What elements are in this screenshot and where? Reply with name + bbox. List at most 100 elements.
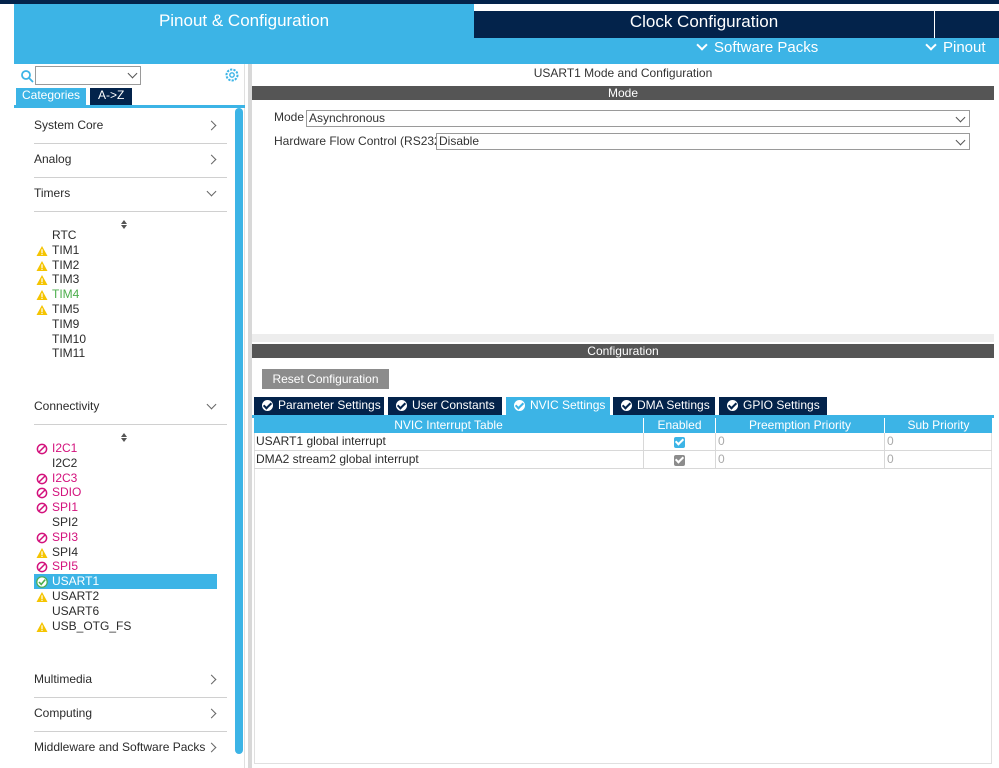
- column-header-sub-priority[interactable]: Sub Priority: [885, 418, 992, 433]
- warning-icon: [36, 260, 48, 271]
- category-label: Analog: [34, 152, 72, 166]
- category-middleware[interactable]: Middleware and Software Packs: [34, 732, 227, 766]
- mode-label: Mode: [274, 110, 305, 124]
- peripheral-item-sdio[interactable]: SDIO: [34, 485, 234, 500]
- chevron-down-icon: [206, 186, 217, 197]
- tab-nvic-settings[interactable]: NVIC Settings: [506, 397, 610, 415]
- gear-icon[interactable]: [224, 67, 240, 83]
- categories-panel: Categories A->Z System Core Analog Timer…: [14, 64, 245, 768]
- preemption-priority-cell[interactable]: 0: [716, 433, 885, 451]
- peripheral-label: TIM1: [52, 242, 80, 257]
- tab-parameter-settings[interactable]: Parameter Settings: [254, 397, 384, 415]
- tab-pinout-configuration[interactable]: Pinout & Configuration: [14, 4, 474, 38]
- peripheral-item-tim10[interactable]: TIM10: [34, 332, 234, 347]
- category-system-core[interactable]: System Core: [34, 110, 227, 144]
- tab-clock-configuration[interactable]: Clock Configuration: [474, 11, 934, 38]
- hfc-select[interactable]: Disable: [436, 133, 970, 150]
- sub-priority-cell[interactable]: 0: [885, 433, 992, 451]
- table-row[interactable]: USART1 global interrupt 0 0: [254, 433, 992, 451]
- chevron-right-icon: [206, 120, 217, 131]
- main-panel: USART1 Mode and Configuration Mode Mode …: [248, 64, 999, 768]
- pinout-menu[interactable]: Pinout: [925, 38, 986, 64]
- scroll-up-icon[interactable]: [121, 220, 127, 224]
- peripheral-item-usb-otg-fs[interactable]: USB_OTG_FS: [34, 619, 234, 634]
- category-analog[interactable]: Analog: [34, 144, 227, 178]
- column-header-enabled[interactable]: Enabled: [644, 418, 716, 433]
- peripheral-item-tim11[interactable]: TIM11: [34, 346, 234, 361]
- peripheral-label: SPI3: [52, 529, 79, 544]
- peripheral-label: SDIO: [52, 485, 82, 500]
- peripheral-item-usart1[interactable]: USART1: [34, 574, 217, 590]
- peripheral-item-spi4[interactable]: SPI4: [34, 545, 234, 560]
- peripheral-label: USART2: [52, 589, 100, 603]
- scrollbar[interactable]: [235, 108, 243, 754]
- tab-underline: [14, 105, 245, 108]
- nvic-table-area: [254, 418, 992, 764]
- warning-icon: [36, 275, 48, 286]
- sub-toolbar: Software Packs Pinout: [14, 38, 999, 64]
- peripheral-item-tim3[interactable]: TIM3: [34, 272, 234, 287]
- peripheral-item-tim1[interactable]: TIM1: [34, 243, 234, 258]
- peripheral-item-usart6[interactable]: USART6: [34, 604, 234, 619]
- tab-categories[interactable]: Categories: [16, 88, 87, 105]
- chevron-down-icon: [955, 112, 966, 123]
- checkbox[interactable]: [673, 437, 685, 448]
- peripheral-item-tim9[interactable]: TIM9: [34, 317, 234, 332]
- column-header-interrupt[interactable]: NVIC Interrupt Table: [254, 418, 644, 433]
- category-connectivity[interactable]: Connectivity: [34, 391, 227, 425]
- peripheral-label: TIM11: [52, 346, 86, 361]
- peripheral-label: SPI1: [52, 500, 79, 515]
- chevron-right-icon: [206, 674, 217, 685]
- peripheral-item-rtc[interactable]: RTC: [34, 228, 234, 243]
- peripheral-label: USART6: [52, 603, 100, 618]
- mode-section-header: Mode: [252, 86, 994, 100]
- search-input[interactable]: [35, 66, 141, 85]
- peripheral-item-usart2[interactable]: USART2: [34, 589, 234, 604]
- peripheral-item-spi2[interactable]: SPI2: [34, 515, 234, 530]
- preemption-priority-cell[interactable]: 0: [716, 451, 885, 469]
- peripheral-item-i2c3[interactable]: I2C3: [34, 471, 234, 486]
- interrupt-name-cell: DMA2 stream2 global interrupt: [254, 451, 644, 469]
- check-circle-icon: [262, 400, 273, 411]
- peripheral-label: I2C2: [52, 455, 78, 470]
- mode-select[interactable]: Asynchronous: [306, 110, 970, 127]
- reset-configuration-button[interactable]: Reset Configuration: [262, 369, 389, 389]
- tab-overflow[interactable]: [935, 11, 999, 38]
- peripheral-label: SPI5: [52, 559, 79, 574]
- tab-gpio-settings[interactable]: GPIO Settings: [719, 397, 827, 415]
- category-timers[interactable]: Timers: [34, 178, 227, 212]
- peripheral-label: TIM2: [52, 257, 80, 272]
- chevron-right-icon: [206, 154, 217, 165]
- category-label: Multimedia: [34, 672, 93, 686]
- peripheral-item-spi5[interactable]: SPI5: [34, 559, 234, 574]
- peripheral-item-i2c1[interactable]: I2C1: [34, 441, 234, 456]
- column-header-preemption[interactable]: Preemption Priority: [716, 418, 885, 433]
- chevron-down-icon[interactable]: [127, 68, 138, 79]
- search-icon[interactable]: [20, 69, 34, 83]
- peripheral-item-tim2[interactable]: TIM2: [34, 258, 234, 273]
- peripheral-item-spi3[interactable]: SPI3: [34, 530, 234, 545]
- peripheral-item-tim4[interactable]: TIM4: [34, 287, 234, 302]
- category-label: Computing: [34, 706, 93, 720]
- disabled-icon: [36, 562, 48, 573]
- peripheral-label: TIM9: [52, 316, 80, 331]
- tab-dma-settings[interactable]: DMA Settings: [613, 397, 715, 415]
- peripheral-item-tim5[interactable]: TIM5: [34, 302, 234, 317]
- tab-a-z[interactable]: A->Z: [90, 88, 133, 105]
- sub-priority-cell[interactable]: 0: [885, 451, 992, 469]
- peripheral-label: SPI4: [52, 544, 79, 559]
- category-label: Connectivity: [34, 399, 100, 413]
- peripheral-item-i2c2[interactable]: I2C2: [34, 456, 234, 471]
- pinout-label: Pinout: [943, 39, 986, 56]
- splitter-horizontal[interactable]: [252, 334, 994, 342]
- scroll-up-icon[interactable]: [121, 433, 127, 437]
- check-circle-icon: [36, 576, 48, 588]
- peripheral-item-spi1[interactable]: SPI1: [34, 500, 234, 515]
- tab-user-constants[interactable]: User Constants: [388, 397, 502, 415]
- category-computing[interactable]: Computing: [34, 698, 227, 732]
- page-title: USART1 Mode and Configuration: [533, 66, 713, 80]
- table-row[interactable]: DMA2 stream2 global interrupt 0 0: [254, 451, 992, 469]
- category-multimedia[interactable]: Multimedia: [34, 664, 227, 698]
- checkbox[interactable]: [673, 455, 685, 466]
- software-packs-menu[interactable]: Software Packs: [696, 38, 818, 64]
